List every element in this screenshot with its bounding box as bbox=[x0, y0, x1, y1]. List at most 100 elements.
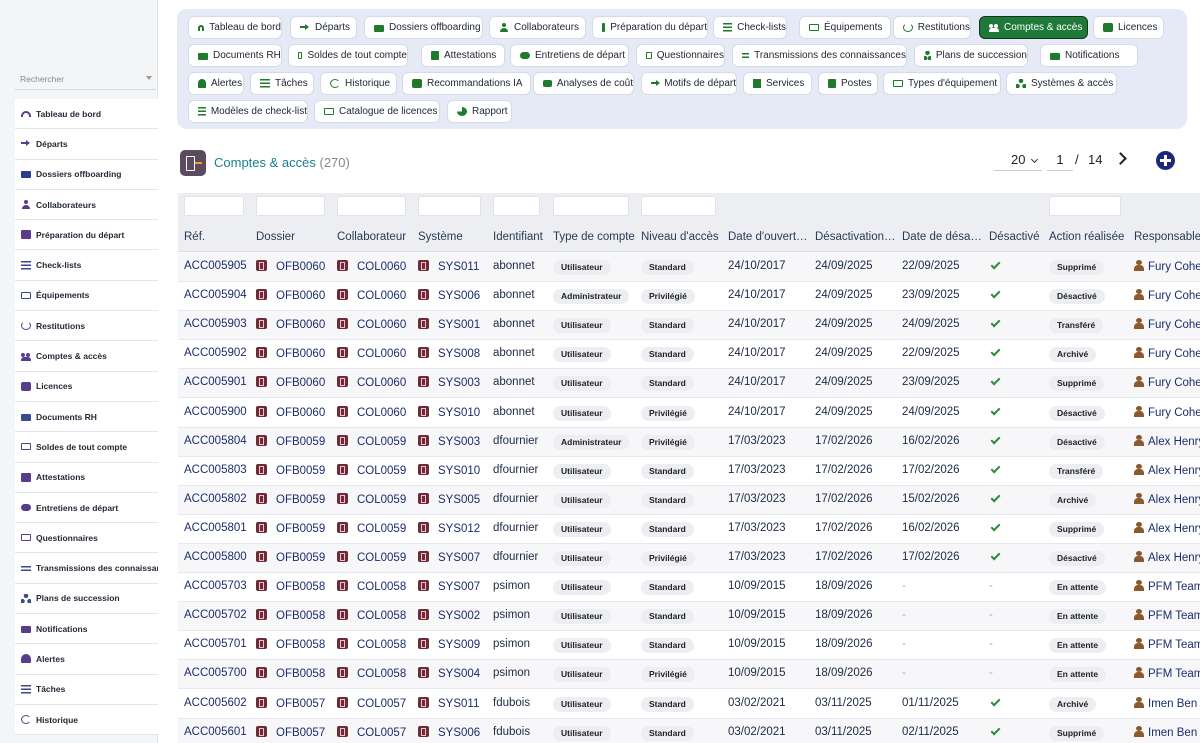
tab-rapport[interactable]: Rapport bbox=[447, 100, 512, 123]
cell-ref[interactable]: ACC005804 bbox=[184, 435, 247, 447]
table-row[interactable]: ACC005803 OFB0059 COL0059 SYS010 dfournier Ut… bbox=[178, 457, 1200, 486]
tab-check-lists[interactable]: Check-lists bbox=[713, 16, 787, 39]
cell-ref[interactable]: ACC005800 bbox=[184, 551, 247, 563]
sidebar-item-dossiers-offboarding[interactable]: Dossiers offboarding bbox=[15, 159, 158, 190]
per-page-select[interactable]: 20 bbox=[994, 150, 1042, 171]
table-row[interactable]: ACC005601 OFB0057 COL0057 SYS006 fdubois Util… bbox=[178, 718, 1200, 743]
sidebar-item-check-lists[interactable]: Check-lists bbox=[15, 250, 158, 281]
tab-documents-rh[interactable]: Documents RH bbox=[188, 44, 282, 67]
cell-responsable[interactable]: Fury Cohen bbox=[1134, 376, 1200, 389]
column-header-ref[interactable]: Réf. bbox=[184, 231, 205, 243]
cell-ref[interactable]: ACC005701 bbox=[184, 638, 247, 650]
tab-analyses-de-cout[interactable]: Analyses de coût bbox=[533, 72, 634, 95]
cell-ref[interactable]: ACC005803 bbox=[184, 464, 247, 476]
sidebar-item-preparation-du-depart[interactable]: Préparation du départ bbox=[15, 220, 158, 251]
table-row[interactable]: ACC005904 OFB0060 COL0060 SYS006 abonnet Admi… bbox=[178, 282, 1200, 312]
cell-dossier[interactable]: OFB0059 bbox=[256, 551, 325, 564]
cell-collaborateur[interactable]: COL0060 bbox=[337, 318, 406, 331]
tab-soldes-de-tout-compte[interactable]: Soldes de tout compte bbox=[288, 44, 408, 67]
cell-dossier[interactable]: OFB0060 bbox=[256, 405, 325, 419]
cell-dossier[interactable]: OFB0060 bbox=[256, 318, 325, 331]
cell-systeme[interactable]: SYS009 bbox=[418, 638, 480, 651]
sidebar-item-historique[interactable]: Historique bbox=[15, 704, 158, 736]
cell-systeme[interactable]: SYS011 bbox=[418, 696, 479, 710]
cell-responsable[interactable]: Fury Cohen bbox=[1134, 260, 1200, 273]
column-filter-input[interactable] bbox=[553, 196, 629, 216]
column-header-niveau-d-acces[interactable]: Niveau d'accès bbox=[641, 231, 719, 243]
cell-dossier[interactable]: OFB0059 bbox=[256, 463, 325, 477]
cell-ref[interactable]: ACC005700 bbox=[184, 667, 247, 679]
cell-responsable[interactable]: PFM Team bbox=[1134, 580, 1200, 593]
cell-ref[interactable]: ACC005900 bbox=[184, 406, 247, 418]
table-row[interactable]: ACC005903 OFB0060 COL0060 SYS001 abonnet Util… bbox=[178, 311, 1200, 341]
tab-questionnaires[interactable]: Questionnaires bbox=[636, 44, 725, 67]
column-header-date-de-desactivation[interactable]: Date de désactivation bbox=[902, 231, 984, 243]
cell-responsable[interactable]: PFM Team bbox=[1134, 609, 1200, 622]
tab-licences[interactable]: Licences bbox=[1093, 16, 1164, 39]
table-row[interactable]: ACC005901 OFB0060 COL0060 SYS003 abonnet Util… bbox=[178, 369, 1200, 399]
cell-collaborateur[interactable]: COL0059 bbox=[337, 521, 406, 535]
cell-responsable[interactable]: Imen Ben bbox=[1134, 725, 1197, 739]
cell-responsable[interactable]: Fury Cohen bbox=[1134, 347, 1200, 360]
tab-modeles-de-check-list[interactable]: Modèles de check-list bbox=[188, 100, 308, 123]
table-row[interactable]: ACC005902 OFB0060 COL0060 SYS008 abonnet Util… bbox=[178, 340, 1200, 370]
cell-dossier[interactable]: OFB0059 bbox=[256, 434, 325, 448]
cell-collaborateur[interactable]: COL0058 bbox=[337, 667, 406, 680]
cell-dossier[interactable]: OFB0059 bbox=[256, 521, 325, 535]
column-header-identifiant[interactable]: Identifiant bbox=[493, 231, 543, 243]
tab-plans-de-succession[interactable]: Plans de succession bbox=[914, 44, 1028, 67]
column-header-responsable[interactable]: Responsable bbox=[1134, 231, 1200, 243]
column-header-action-realisee[interactable]: Action réalisée bbox=[1049, 231, 1124, 243]
cell-collaborateur[interactable]: COL0059 bbox=[337, 463, 406, 477]
sidebar-item-equipements[interactable]: Équipements bbox=[15, 280, 158, 312]
tab-attestations[interactable]: Attestations bbox=[421, 44, 505, 67]
cell-systeme[interactable]: SYS003 bbox=[418, 434, 480, 448]
sidebar-item-questionnaires[interactable]: Questionnaires bbox=[15, 523, 158, 554]
cell-collaborateur[interactable]: COL0059 bbox=[337, 492, 406, 506]
cell-ref[interactable]: ACC005903 bbox=[184, 318, 247, 330]
cell-dossier[interactable]: OFB0059 bbox=[256, 492, 325, 506]
cell-dossier[interactable]: OFB0058 bbox=[256, 638, 325, 651]
tab-restitutions[interactable]: Restitutions bbox=[893, 16, 971, 39]
cell-dossier[interactable]: OFB0057 bbox=[256, 696, 325, 710]
cell-responsable[interactable]: PFM Team bbox=[1134, 667, 1200, 680]
cell-systeme[interactable]: SYS006 bbox=[418, 725, 480, 739]
cell-ref[interactable]: ACC005801 bbox=[184, 522, 247, 534]
cell-ref[interactable]: ACC005901 bbox=[184, 376, 247, 388]
cell-collaborateur[interactable]: COL0060 bbox=[337, 405, 406, 419]
next-page-button[interactable] bbox=[1116, 152, 1128, 166]
sidebar-item-restitutions[interactable]: Restitutions bbox=[15, 311, 158, 342]
cell-ref[interactable]: ACC005601 bbox=[184, 726, 247, 738]
cell-collaborateur[interactable]: COL0058 bbox=[337, 638, 406, 651]
table-row[interactable]: ACC005905 OFB0060 COL0060 SYS011 abonnet Util… bbox=[178, 253, 1200, 283]
column-header-desactivation-prevue[interactable]: Désactivation prévue bbox=[815, 231, 897, 243]
cell-responsable[interactable]: PFM Team bbox=[1134, 638, 1200, 651]
tab-tableau-de-bord[interactable]: Tableau de bord bbox=[188, 16, 282, 39]
cell-responsable[interactable]: Fury Cohen bbox=[1134, 318, 1200, 331]
tab-transmissions-des-connaissances[interactable]: Transmissions des connaissances bbox=[732, 44, 907, 67]
sidebar-item-comptes-acces[interactable]: Comptes & accès bbox=[15, 341, 158, 372]
cell-responsable[interactable]: Fury Cohen bbox=[1134, 405, 1200, 419]
sidebar-item-alertes[interactable]: Alertes bbox=[15, 644, 158, 675]
cell-collaborateur[interactable]: COL0057 bbox=[337, 696, 406, 710]
sidebar-item-soldes-de-tout-compte[interactable]: Soldes de tout compte bbox=[15, 432, 158, 463]
tab-entretiens-de-depart[interactable]: Entretiens de départ bbox=[510, 44, 629, 67]
column-filter-input[interactable] bbox=[256, 196, 325, 216]
table-row[interactable]: ACC005801 OFB0059 COL0059 SYS012 dfournier Ut… bbox=[178, 515, 1200, 544]
table-row[interactable]: ACC005804 OFB0059 COL0059 SYS003 dfournier Ad… bbox=[178, 427, 1200, 457]
cell-systeme[interactable]: SYS001 bbox=[418, 318, 480, 331]
tab-systemes-acces[interactable]: Systèmes & accès bbox=[1006, 72, 1117, 95]
tab-equipements[interactable]: Équipements bbox=[799, 16, 891, 39]
cell-systeme[interactable]: SYS003 bbox=[418, 376, 480, 389]
tab-dossiers-offboarding[interactable]: Dossiers offboarding bbox=[364, 16, 483, 39]
cell-responsable[interactable]: Fury Cohen bbox=[1134, 289, 1200, 302]
column-filter-input[interactable] bbox=[641, 196, 716, 216]
cell-systeme[interactable]: SYS010 bbox=[418, 405, 480, 419]
column-header-type-de-compte[interactable]: Type de compte bbox=[553, 231, 635, 243]
column-header-systeme[interactable]: Système bbox=[418, 231, 463, 243]
cell-collaborateur[interactable]: COL0059 bbox=[337, 434, 406, 448]
table-row[interactable]: ACC005702 OFB0058 COL0058 SYS002 psimon Utili… bbox=[178, 602, 1200, 632]
cell-systeme[interactable]: SYS007 bbox=[418, 551, 480, 564]
cell-ref[interactable]: ACC005904 bbox=[184, 289, 247, 301]
cell-collaborateur[interactable]: COL0060 bbox=[337, 347, 406, 360]
